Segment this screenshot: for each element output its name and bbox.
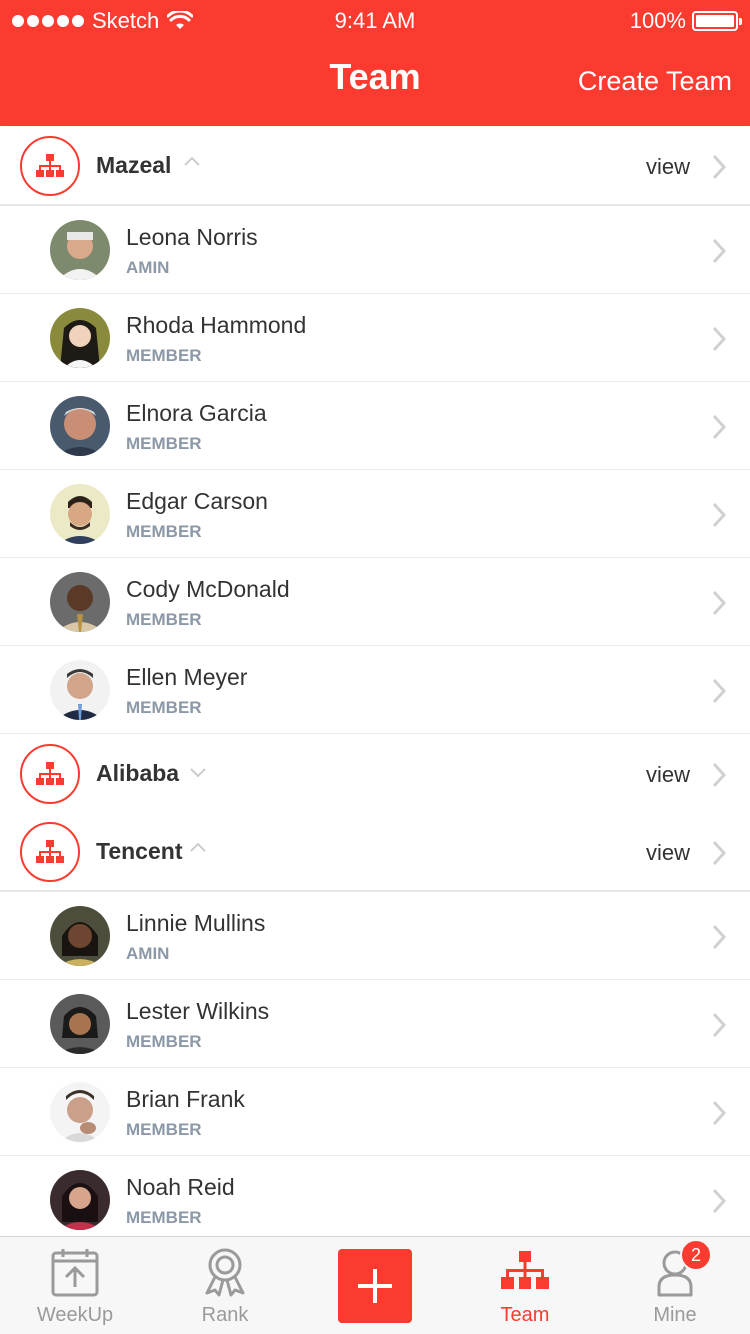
member-name: Brian Frank [126, 1086, 245, 1112]
member-role: MEMBER [126, 1208, 202, 1227]
avatar [50, 572, 110, 632]
member-row[interactable]: Brian Frank MEMBER [0, 1068, 750, 1156]
tab-team[interactable]: Team [450, 1237, 600, 1334]
member-role: MEMBER [126, 1120, 202, 1139]
tab-bar: WeekUp Rank Team 2 Mine [0, 1236, 750, 1334]
member-role: AMIN [126, 944, 170, 963]
member-row[interactable]: Lester Wilkins MEMBER [0, 980, 750, 1068]
member-row[interactable]: Ellen Meyer MEMBER [0, 646, 750, 734]
chevron-right-icon [712, 678, 726, 704]
tab-mine[interactable]: 2 Mine [600, 1237, 750, 1334]
team-name: Mazeal [96, 152, 172, 178]
tab-label: Rank [201, 1304, 249, 1326]
member-role: MEMBER [126, 698, 202, 717]
avatar [50, 396, 110, 456]
member-row[interactable]: Cody McDonald MEMBER [0, 558, 750, 646]
view-link[interactable]: view [646, 154, 690, 180]
avatar [50, 1170, 110, 1230]
member-name: Ellen Meyer [126, 664, 248, 690]
avatar [50, 994, 110, 1054]
status-bar: Sketch 9:41 AM 100% [0, 0, 750, 40]
status-right: 100% [629, 8, 742, 34]
member-role: MEMBER [126, 346, 202, 365]
team-icon [20, 744, 80, 804]
tab-weekup[interactable]: WeekUp [0, 1237, 150, 1334]
member-name: Rhoda Hammond [126, 312, 307, 338]
team-icon [20, 136, 80, 196]
member-name: Lester Wilkins [126, 998, 270, 1024]
plus-icon [358, 1269, 392, 1303]
nav-header: Sketch 9:41 AM 100% Team Create Team [0, 0, 750, 126]
team-row[interactable]: Tencent view [0, 812, 750, 892]
tab-label: WeekUp [36, 1304, 114, 1326]
battery-icon [692, 11, 742, 31]
chevron-right-icon [712, 1012, 726, 1038]
avatar [50, 906, 110, 966]
member-row[interactable]: Linnie Mullins AMIN [0, 892, 750, 980]
org-chart-icon [501, 1251, 549, 1289]
member-name: Linnie Mullins [126, 910, 266, 936]
member-row[interactable]: Noah Reid MEMBER [0, 1156, 750, 1244]
member-name: Edgar Carson [126, 488, 268, 514]
member-role: MEMBER [126, 610, 202, 629]
chevron-right-icon [712, 154, 726, 180]
chevron-right-icon [712, 326, 726, 352]
member-role: AMIN [126, 258, 170, 277]
avatar [50, 1082, 110, 1142]
award-icon [205, 1248, 245, 1297]
team-name: Tencent [96, 838, 183, 864]
team-icon [20, 822, 80, 882]
tab-label: Mine [653, 1304, 697, 1326]
chevron-right-icon [712, 840, 726, 866]
chevron-right-icon [712, 238, 726, 264]
chevron-down-icon[interactable] [190, 768, 206, 778]
tab-add[interactable] [300, 1237, 450, 1334]
member-name: Leona Norris [126, 224, 258, 250]
chevron-right-icon [712, 924, 726, 950]
view-link[interactable]: view [646, 840, 690, 866]
team-row[interactable]: Alibaba view [0, 734, 750, 814]
member-name: Cody McDonald [126, 576, 290, 602]
member-row[interactable]: Edgar Carson MEMBER [0, 470, 750, 558]
calendar-upload-icon [51, 1249, 99, 1297]
member-row[interactable]: Leona Norris AMIN [0, 206, 750, 294]
avatar [50, 660, 110, 720]
member-role: MEMBER [126, 434, 202, 453]
member-row[interactable]: Rhoda Hammond MEMBER [0, 294, 750, 382]
member-role: MEMBER [126, 522, 202, 541]
create-team-button[interactable]: Create Team [578, 66, 732, 97]
team-name: Alibaba [96, 760, 180, 786]
chevron-up-icon[interactable] [184, 156, 200, 166]
member-name: Noah Reid [126, 1174, 235, 1200]
notification-badge: 2 [680, 1239, 712, 1271]
view-link[interactable]: view [646, 762, 690, 788]
chevron-up-icon[interactable] [190, 842, 206, 852]
chevron-right-icon [712, 590, 726, 616]
member-name: Elnora Garcia [126, 400, 267, 426]
battery-percent: 100% [629, 8, 686, 33]
avatar [50, 308, 110, 368]
chevron-right-icon [712, 414, 726, 440]
chevron-right-icon [712, 762, 726, 788]
avatar [50, 484, 110, 544]
add-button[interactable] [338, 1249, 412, 1323]
avatar [50, 220, 110, 280]
team-list: Mazeal view Leona Norris AMIN Rhoda Hamm… [0, 126, 750, 1244]
tab-rank[interactable]: Rank [150, 1237, 300, 1334]
chevron-right-icon [712, 502, 726, 528]
member-role: MEMBER [126, 1032, 202, 1051]
chevron-right-icon [712, 1100, 726, 1126]
chevron-right-icon [712, 1188, 726, 1214]
tab-label: Team [500, 1304, 550, 1326]
member-row[interactable]: Elnora Garcia MEMBER [0, 382, 750, 470]
team-row[interactable]: Mazeal view [0, 126, 750, 206]
